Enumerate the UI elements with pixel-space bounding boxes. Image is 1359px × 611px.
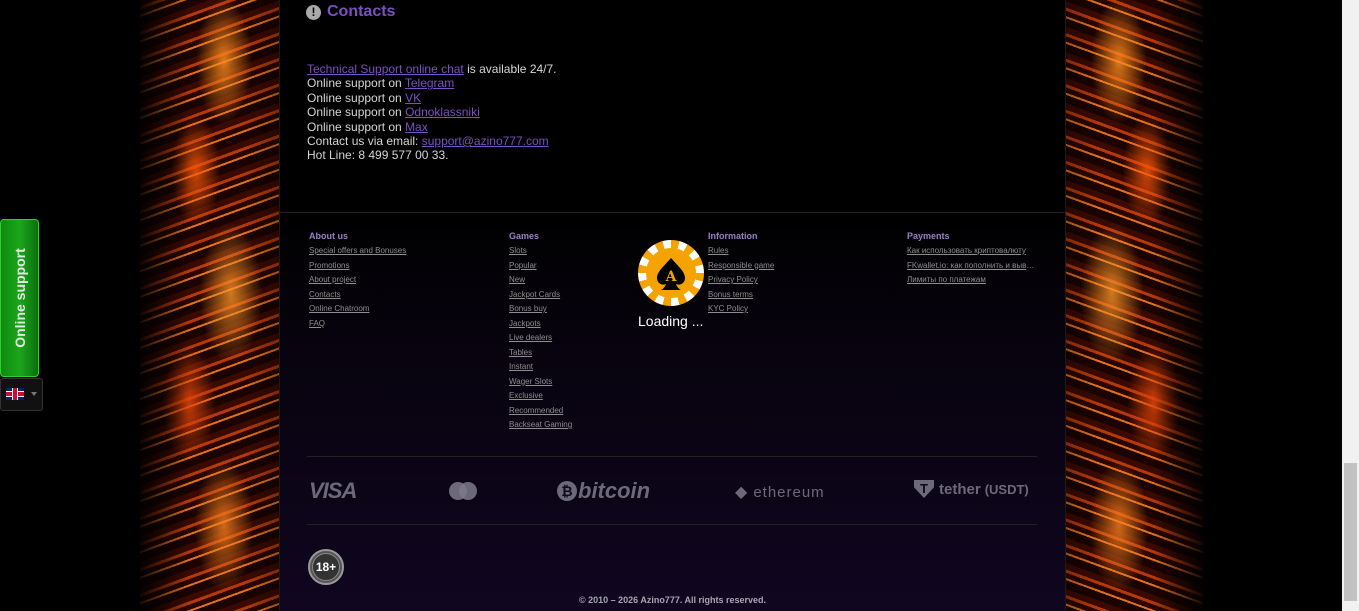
footer-link[interactable]: New [509, 273, 619, 288]
max-link[interactable]: Max [405, 120, 428, 134]
bitcoin-icon: ₿ [557, 481, 577, 501]
footer-payments-title: Payments [907, 231, 950, 241]
age-badge-text: 18+ [315, 560, 337, 574]
footer-link[interactable]: Instant [509, 360, 619, 375]
footer-information-title: Information [708, 231, 758, 241]
contacts-title: Contacts [327, 3, 396, 20]
language-selector[interactable] [0, 378, 43, 411]
loading-indicator: A Loading ... [638, 240, 704, 329]
vk-label: Online support on [307, 90, 406, 105]
mastercard-icon [447, 481, 479, 506]
tether-logo: T tether (USDT) [914, 480, 1029, 498]
ethereum-text: ethereum [753, 483, 825, 501]
age-restriction-badge: 18+ [308, 549, 344, 585]
footer-games: Games Slots Popular New Jackpot Cards Bo… [509, 231, 619, 433]
footer-link[interactable]: Как использовать криптовалюту [907, 244, 1035, 259]
info-icon: ! [306, 4, 321, 20]
divider [307, 524, 1037, 525]
footer-link[interactable]: Online Chatroom [309, 302, 429, 317]
tether-suffix: (USDT) [984, 481, 1029, 497]
chat-availability: is available 24/7. [463, 62, 557, 76]
payment-logos: VISA ₿ bitcoin ◆ ethereum T tether (USDT… [307, 476, 1037, 506]
email-link[interactable]: support@azino777.com [422, 134, 549, 148]
footer-link[interactable]: Bonus terms [708, 288, 828, 303]
footer-link[interactable]: Tables [509, 346, 619, 361]
vk-link[interactable]: VK [405, 91, 421, 105]
footer-link[interactable]: Jackpots [509, 317, 619, 332]
chevron-down-icon [31, 392, 37, 396]
tether-icon: T [914, 480, 934, 498]
main-content: ! Contacts Technical Support online chat… [279, 0, 1066, 611]
scrollbar[interactable] [1342, 0, 1359, 611]
visa-logo: VISA [309, 478, 357, 503]
footer-payments: Payments Как использовать криптовалюту F… [907, 231, 1035, 288]
contact-lines: Technical Support online chat is availab… [307, 62, 557, 163]
hotline: Hot Line: 8 499 577 00 33. [307, 148, 449, 163]
footer-link[interactable]: Contacts [309, 288, 429, 303]
svg-text:A: A [665, 269, 678, 285]
max-label: Online support on [307, 119, 406, 134]
footer-link[interactable]: KYC Policy [708, 302, 828, 317]
footer-link[interactable]: Bonus buy [509, 302, 619, 317]
telegram-label: Online support on [307, 76, 405, 91]
tether-text: tether [939, 480, 981, 498]
footer-link[interactable]: FKwallet.io: как пополнить и вывести [907, 259, 1035, 274]
footer-link[interactable]: About project [309, 273, 429, 288]
copyright: © 2010 – 2026 Azino777. All rights reser… [578, 595, 767, 605]
flame-decoration-left [140, 0, 280, 611]
contacts-heading: ! Contacts [306, 3, 395, 21]
email-label: Contact us via email: [307, 134, 422, 149]
bitcoin-text: bitcoin [578, 478, 651, 503]
odnoklassniki-link[interactable]: Odnoklassniki [405, 105, 480, 119]
divider [307, 456, 1037, 457]
online-support-label: Online support [11, 248, 28, 348]
footer-link[interactable]: Exclusive [509, 389, 619, 404]
footer-link[interactable]: Rules [708, 244, 828, 259]
footer-link[interactable]: Jackpot Cards [509, 288, 619, 303]
ethereum-icon: ◆ [735, 484, 748, 501]
scrollbar-thumb[interactable] [1344, 463, 1357, 601]
footer-link[interactable]: Privacy Policy [708, 273, 828, 288]
footer-link[interactable]: Promotions [309, 259, 429, 274]
ok-label: Online support on [307, 105, 406, 120]
support-chat-link[interactable]: Technical Support online chat [307, 62, 464, 76]
footer-link[interactable]: FAQ [309, 317, 429, 332]
footer-link[interactable]: Recommended [509, 404, 619, 419]
footer-link[interactable]: Лимиты по платежам [907, 273, 1035, 288]
ethereum-logo: ◆ ethereum [735, 482, 825, 502]
footer-about: About us Special offers and Bonuses Prom… [309, 231, 429, 331]
footer-link[interactable]: Popular [509, 259, 619, 274]
footer-link[interactable]: Special offers and Bonuses [309, 244, 429, 259]
online-support-button[interactable]: Online support [0, 219, 39, 377]
casino-chip-icon: A [638, 240, 704, 306]
footer-link[interactable]: Live dealers [509, 331, 619, 346]
bitcoin-logo: ₿ bitcoin [557, 478, 650, 504]
footer-link[interactable]: Backseat Gaming [509, 418, 619, 433]
uk-flag-icon [6, 388, 24, 400]
loading-text: Loading ... [638, 313, 704, 329]
footer-about-title: About us [309, 231, 348, 241]
divider [280, 212, 1065, 213]
footer-games-title: Games [509, 231, 540, 241]
telegram-link[interactable]: Telegram [405, 76, 454, 90]
footer-link[interactable]: Responsible game [708, 259, 828, 274]
footer-link[interactable]: Slots [509, 244, 619, 259]
footer-link[interactable]: Wager Slots [509, 375, 619, 390]
footer-information: Information Rules Responsible game Priva… [708, 231, 828, 317]
flame-decoration-right [1063, 0, 1203, 611]
